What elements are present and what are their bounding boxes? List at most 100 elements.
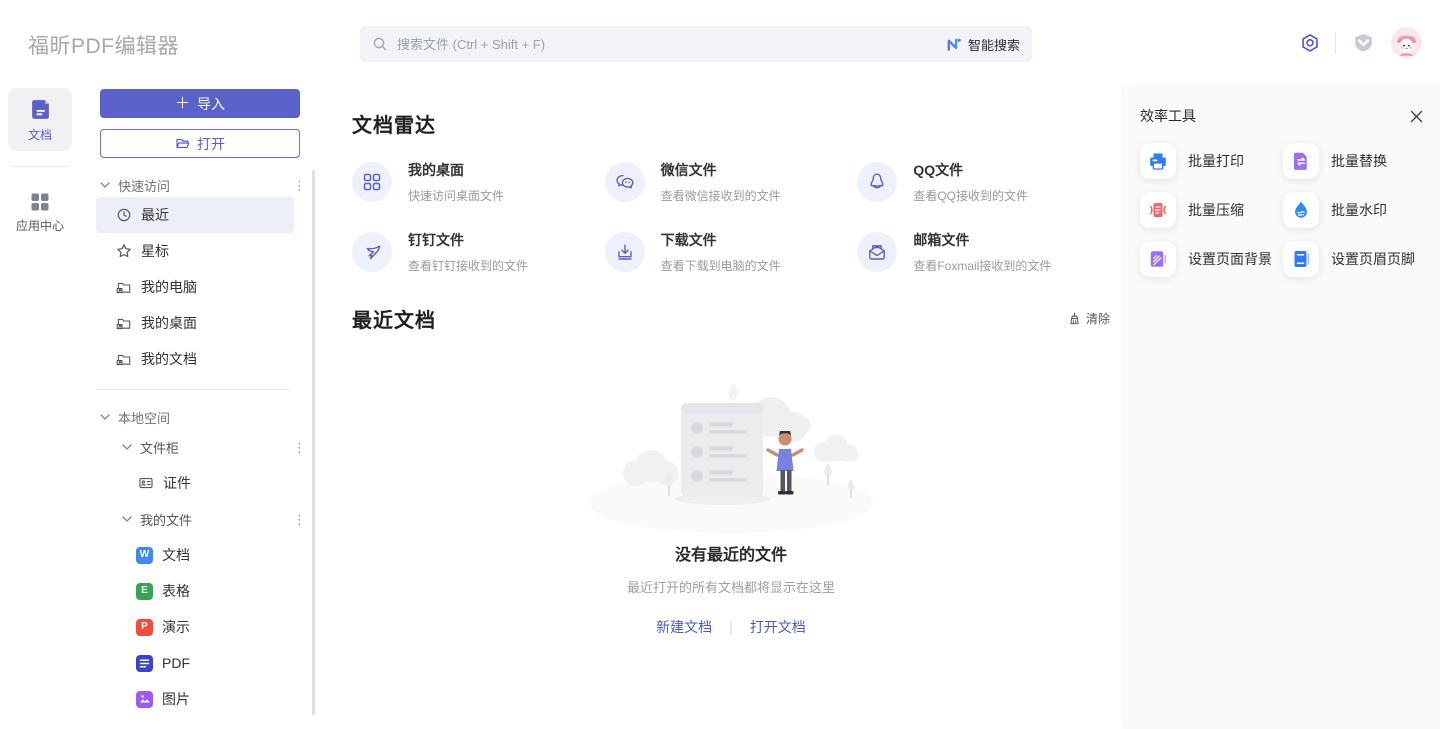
- sidebar-item-label: 我的桌面: [141, 313, 197, 333]
- radar-item-subtitle: 查看Foxmail接收到的文件: [913, 257, 1051, 274]
- recent-empty-state: 没有最近的文件 最近打开的所有文档都将显示在这里 新建文档 | 打开文档: [352, 375, 1110, 637]
- sidebar-item-label: PDF: [162, 655, 190, 671]
- empty-title: 没有最近的文件: [352, 541, 1110, 565]
- document-icon: [29, 98, 52, 121]
- compress-icon: [1140, 192, 1176, 228]
- ai-icon: [945, 36, 962, 53]
- clear-label: 清除: [1086, 310, 1110, 327]
- settings-icon[interactable]: [1300, 33, 1320, 53]
- clear-button[interactable]: 清除: [1068, 310, 1110, 327]
- search-bar[interactable]: 智能搜索: [360, 26, 1032, 62]
- quick-access-header: 快速访问 ⋮: [100, 175, 306, 195]
- import-label: 导入: [197, 94, 225, 114]
- app-body: 文档 应用中心 ＋ 导入 打开 快速访问 ⋮: [0, 85, 1440, 729]
- tool-label: 设置页面背景: [1188, 249, 1272, 269]
- sidebar-item-certificates[interactable]: 证件: [96, 465, 294, 501]
- radar-item-subtitle: 快速访问桌面文件: [408, 187, 504, 204]
- cabinet-header[interactable]: 文件柜 ⋮: [96, 429, 306, 465]
- plus-icon: ＋: [175, 96, 190, 111]
- sidebar-item-my-desktop[interactable]: 我的桌面: [96, 305, 294, 341]
- tool-label: 批量水印: [1331, 200, 1387, 220]
- sidebar-item-images[interactable]: 图片: [96, 681, 294, 717]
- avatar[interactable]: [1391, 27, 1422, 58]
- sidebar-scrollbar[interactable]: [312, 170, 315, 715]
- open-document-link[interactable]: 打开文档: [750, 617, 806, 637]
- ai-search-button[interactable]: 智能搜索: [945, 35, 1020, 54]
- open-button[interactable]: 打开: [100, 129, 300, 158]
- tool-batch-watermark[interactable]: 批量水印: [1283, 192, 1424, 228]
- id-card-icon: [138, 475, 154, 491]
- topbar-divider: [1335, 32, 1336, 54]
- ai-search-label: 智能搜索: [968, 35, 1020, 54]
- tool-label: 批量压缩: [1188, 200, 1244, 220]
- chevron-down-icon[interactable]: [100, 414, 110, 420]
- rail-item-documents[interactable]: 文档: [8, 88, 72, 151]
- tool-batch-compress[interactable]: 批量压缩: [1140, 192, 1281, 228]
- empty-illustration: [581, 375, 881, 533]
- sidebar-item-label: 表格: [162, 581, 190, 601]
- qq-icon: [857, 162, 897, 202]
- sidebar-item-starred[interactable]: 星标: [96, 233, 294, 269]
- tool-batch-print[interactable]: 批量打印: [1140, 143, 1281, 179]
- rail-item-app-center[interactable]: 应用中心: [8, 182, 72, 242]
- app-title: 福昕PDF编辑器: [28, 30, 179, 60]
- my-files-title: 我的文件: [140, 510, 192, 529]
- my-files-header[interactable]: 我的文件 ⋮: [96, 501, 306, 537]
- dingtalk-icon: [352, 232, 392, 272]
- shortcut-folder-icon: [116, 279, 132, 295]
- sidebar-item-docs[interactable]: W 文档: [96, 537, 294, 573]
- radar-item-title: 下载文件: [661, 230, 781, 250]
- radar-item-dingtalk[interactable]: 钉钉文件 查看钉钉接收到的文件: [352, 230, 605, 274]
- sheet-file-icon: E: [136, 583, 153, 600]
- radar-item-subtitle: 查看钉钉接收到的文件: [408, 257, 528, 274]
- radar-item-qq[interactable]: QQ文件 查看QQ接收到的文件: [857, 160, 1110, 204]
- recent-header: 最近文档 清除: [352, 304, 1110, 333]
- sidebar-item-my-documents[interactable]: 我的文档: [96, 341, 294, 377]
- sidebar-item-sheets[interactable]: E 表格: [96, 573, 294, 609]
- recent-title: 最近文档: [352, 304, 436, 333]
- sidebar-item-label: 演示: [162, 617, 190, 637]
- tool-page-background[interactable]: 设置页面背景: [1140, 241, 1281, 277]
- search-input[interactable]: [397, 37, 936, 52]
- slide-file-icon: P: [136, 619, 153, 636]
- sidebar-item-my-computer[interactable]: 我的电脑: [96, 269, 294, 305]
- topbar-actions: [1300, 27, 1422, 58]
- radar-item-title: QQ文件: [913, 160, 1028, 180]
- sidebar-item-slides[interactable]: P 演示: [96, 609, 294, 645]
- cabinet-kebab-icon[interactable]: ⋮: [293, 441, 306, 454]
- new-document-link[interactable]: 新建文档: [656, 617, 712, 637]
- sidebar-item-pdf[interactable]: PDF: [96, 645, 294, 681]
- sidebar-item-recent[interactable]: 最近: [96, 197, 294, 233]
- close-icon[interactable]: [1409, 109, 1424, 124]
- wechat-icon: [605, 162, 645, 202]
- mail-icon: [857, 232, 897, 272]
- chevron-down-icon[interactable]: [100, 182, 110, 188]
- tool-label: 批量打印: [1188, 151, 1244, 171]
- rail-app-center-label: 应用中心: [16, 217, 64, 234]
- tool-header-footer[interactable]: 设置页眉页脚: [1283, 241, 1424, 277]
- rail-documents-label: 文档: [28, 126, 52, 143]
- import-button[interactable]: ＋ 导入: [100, 89, 300, 118]
- sidebar-item-label: 证件: [163, 473, 191, 493]
- radar-item-downloads[interactable]: 下载文件 查看下载到电脑的文件: [605, 230, 858, 274]
- printer-icon: [1140, 143, 1176, 179]
- radar-item-mailbox[interactable]: 邮箱文件 查看Foxmail接收到的文件: [857, 230, 1110, 274]
- radar-item-my-desktop[interactable]: 我的桌面 快速访问桌面文件: [352, 160, 605, 204]
- search-icon: [372, 36, 388, 52]
- radar-item-wechat[interactable]: 微信文件 查看微信接收到的文件: [605, 160, 858, 204]
- top-bar: 福昕PDF编辑器 智能搜索: [0, 0, 1440, 85]
- membership-icon[interactable]: [1351, 30, 1376, 55]
- chevron-down-icon[interactable]: [122, 516, 132, 522]
- broom-icon: [1068, 312, 1081, 325]
- my-files-kebab-icon[interactable]: ⋮: [293, 513, 306, 526]
- efficiency-tools-panel: 效率工具 批量打印 批量替换 批量压缩: [1124, 85, 1440, 729]
- tool-batch-replace[interactable]: 批量替换: [1283, 143, 1424, 179]
- quick-access-kebab-icon[interactable]: ⋮: [293, 179, 306, 192]
- clock-icon: [116, 207, 132, 223]
- chevron-down-icon[interactable]: [122, 444, 132, 450]
- left-rail: 文档 应用中心: [0, 85, 80, 729]
- radar-item-title: 邮箱文件: [913, 230, 1051, 250]
- radar-item-title: 我的桌面: [408, 160, 504, 180]
- quick-access-title: 快速访问: [118, 176, 170, 195]
- local-space-header: 本地空间: [100, 407, 306, 427]
